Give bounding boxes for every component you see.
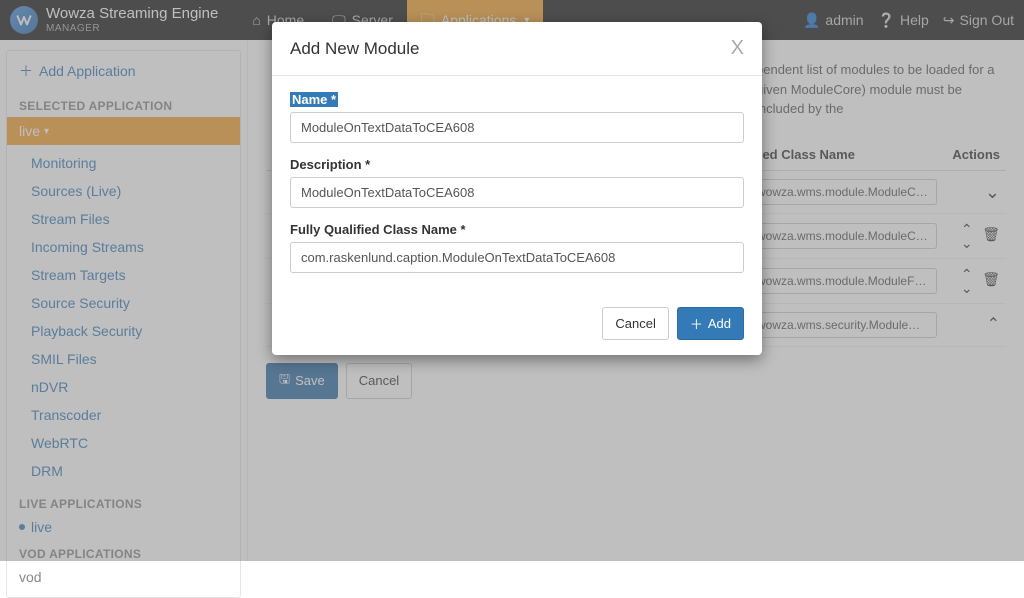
plus-icon: ＋ — [690, 314, 703, 333]
modal-cancel-button[interactable]: Cancel — [602, 307, 668, 340]
class-name-input[interactable] — [290, 242, 744, 273]
class-label: Fully Qualified Class Name * — [290, 222, 744, 237]
description-label: Description * — [290, 157, 744, 172]
modal-cancel-label: Cancel — [615, 316, 655, 331]
modal-title: Add New Module — [290, 39, 419, 59]
name-input[interactable] — [290, 112, 744, 143]
close-icon[interactable]: X — [731, 37, 744, 60]
modal-add-label: Add — [708, 316, 731, 331]
name-label: Name * — [290, 92, 338, 107]
modal-add-button[interactable]: ＋ Add — [677, 307, 744, 340]
add-module-modal: Add New Module X Name * Description * Fu… — [272, 22, 762, 355]
vod-app-item[interactable]: vod — [7, 565, 240, 589]
description-input[interactable] — [290, 177, 744, 208]
